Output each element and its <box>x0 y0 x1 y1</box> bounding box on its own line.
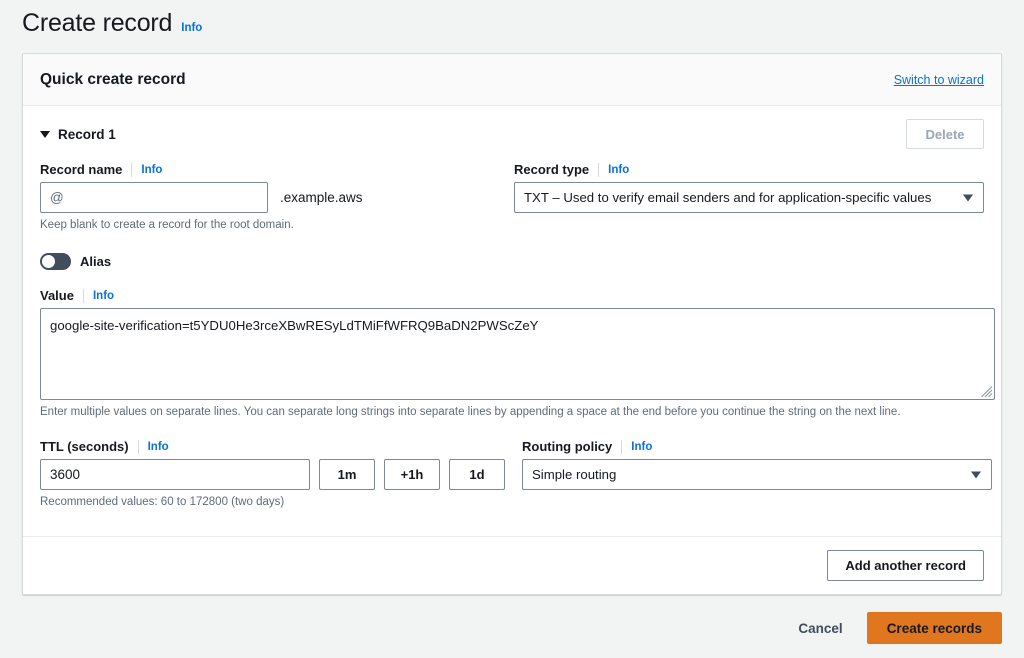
ttl-routing-row: TTL (seconds) Info 1m +1h 1d Recommended… <box>40 439 984 510</box>
record-type-field-group: Record type Info TXT – Used to verify em… <box>514 162 984 233</box>
routing-policy-label: Routing policy <box>522 439 612 454</box>
label-separator <box>138 440 139 454</box>
record-name-label: Record name <box>40 162 122 177</box>
routing-policy-label-row: Routing policy Info <box>522 439 992 454</box>
toggle-knob <box>42 255 55 268</box>
record-name-hint: Keep blank to create a record for the ro… <box>40 218 497 233</box>
label-separator <box>621 440 622 454</box>
add-another-record-button[interactable]: Add another record <box>827 550 984 581</box>
delete-record-button[interactable]: Delete <box>906 119 984 149</box>
value-label-row: Value Info <box>40 288 984 303</box>
record-section-label: Record 1 <box>58 127 116 142</box>
routing-policy-info-link[interactable]: Info <box>631 441 652 453</box>
page-title-info-link[interactable]: Info <box>181 22 202 34</box>
create-records-button[interactable]: Create records <box>867 612 1002 644</box>
value-info-link[interactable]: Info <box>93 290 114 302</box>
switch-to-wizard-link[interactable]: Switch to wizard <box>894 73 984 87</box>
record-type-info-link[interactable]: Info <box>608 164 629 176</box>
create-record-page: Create record Info Quick create record S… <box>0 0 1024 658</box>
page-title: Create record <box>22 8 172 38</box>
ttl-field-group: TTL (seconds) Info 1m +1h 1d Recommended… <box>40 439 505 510</box>
record-name-type-row: Record name Info .example.aws Keep blank… <box>40 162 984 233</box>
card-header-title: Quick create record <box>40 71 186 89</box>
ttl-preset-1m-button[interactable]: 1m <box>319 459 375 490</box>
record-collapse-toggle[interactable]: Record 1 <box>40 127 116 142</box>
ttl-preset-plus1h-button[interactable]: +1h <box>384 459 440 490</box>
record-name-domain-suffix: .example.aws <box>280 190 363 205</box>
ttl-info-link[interactable]: Info <box>148 441 169 453</box>
record-type-label: Record type <box>514 162 589 177</box>
page-action-bar: Cancel Create records <box>784 612 1002 644</box>
value-label: Value <box>40 288 74 303</box>
label-separator <box>83 289 84 303</box>
card-body: Record 1 Delete Record name Info .exampl… <box>23 106 1001 510</box>
alias-label: Alias <box>80 254 111 269</box>
record-name-info-link[interactable]: Info <box>141 164 162 176</box>
label-separator <box>598 163 599 177</box>
record-name-input-line: .example.aws <box>40 182 497 213</box>
page-title-row: Create record Info <box>22 8 202 38</box>
ttl-input-line: 1m +1h 1d <box>40 459 505 490</box>
quick-create-record-card: Quick create record Switch to wizard Rec… <box>22 53 1002 595</box>
card-header: Quick create record Switch to wizard <box>23 54 1001 106</box>
alias-toggle-row[interactable]: Alias <box>40 253 111 270</box>
routing-policy-field-group: Routing policy Info Simple routing <box>522 439 992 490</box>
record-type-select-wrap: TXT – Used to verify email senders and f… <box>514 182 984 213</box>
cancel-button[interactable]: Cancel <box>784 612 856 644</box>
record-name-label-row: Record name Info <box>40 162 497 177</box>
ttl-hint: Recommended values: 60 to 172800 (two da… <box>40 495 505 510</box>
ttl-label-row: TTL (seconds) Info <box>40 439 505 454</box>
record-type-label-row: Record type Info <box>514 162 984 177</box>
routing-policy-select[interactable]: Simple routing <box>522 459 992 490</box>
ttl-label: TTL (seconds) <box>40 439 129 454</box>
value-field-group: Value Info google-site-verification=t5YD… <box>40 288 984 420</box>
chevron-down-icon <box>40 131 50 138</box>
ttl-input[interactable] <box>40 459 310 490</box>
alias-toggle-switch[interactable] <box>40 253 71 270</box>
record-name-field-group: Record name Info .example.aws Keep blank… <box>40 162 497 233</box>
value-hint: Enter multiple values on separate lines.… <box>40 405 984 420</box>
record-name-input[interactable] <box>40 182 268 213</box>
label-separator <box>131 163 132 177</box>
card-footer: Add another record <box>23 537 1001 594</box>
routing-policy-select-wrap: Simple routing <box>522 459 992 490</box>
record-type-select[interactable]: TXT – Used to verify email senders and f… <box>514 182 984 213</box>
ttl-preset-1d-button[interactable]: 1d <box>449 459 505 490</box>
record-header-row: Record 1 Delete <box>40 106 984 162</box>
value-textarea[interactable]: google-site-verification=t5YDU0He3rceXBw… <box>40 308 995 400</box>
value-textarea-wrap: google-site-verification=t5YDU0He3rceXBw… <box>40 308 995 400</box>
